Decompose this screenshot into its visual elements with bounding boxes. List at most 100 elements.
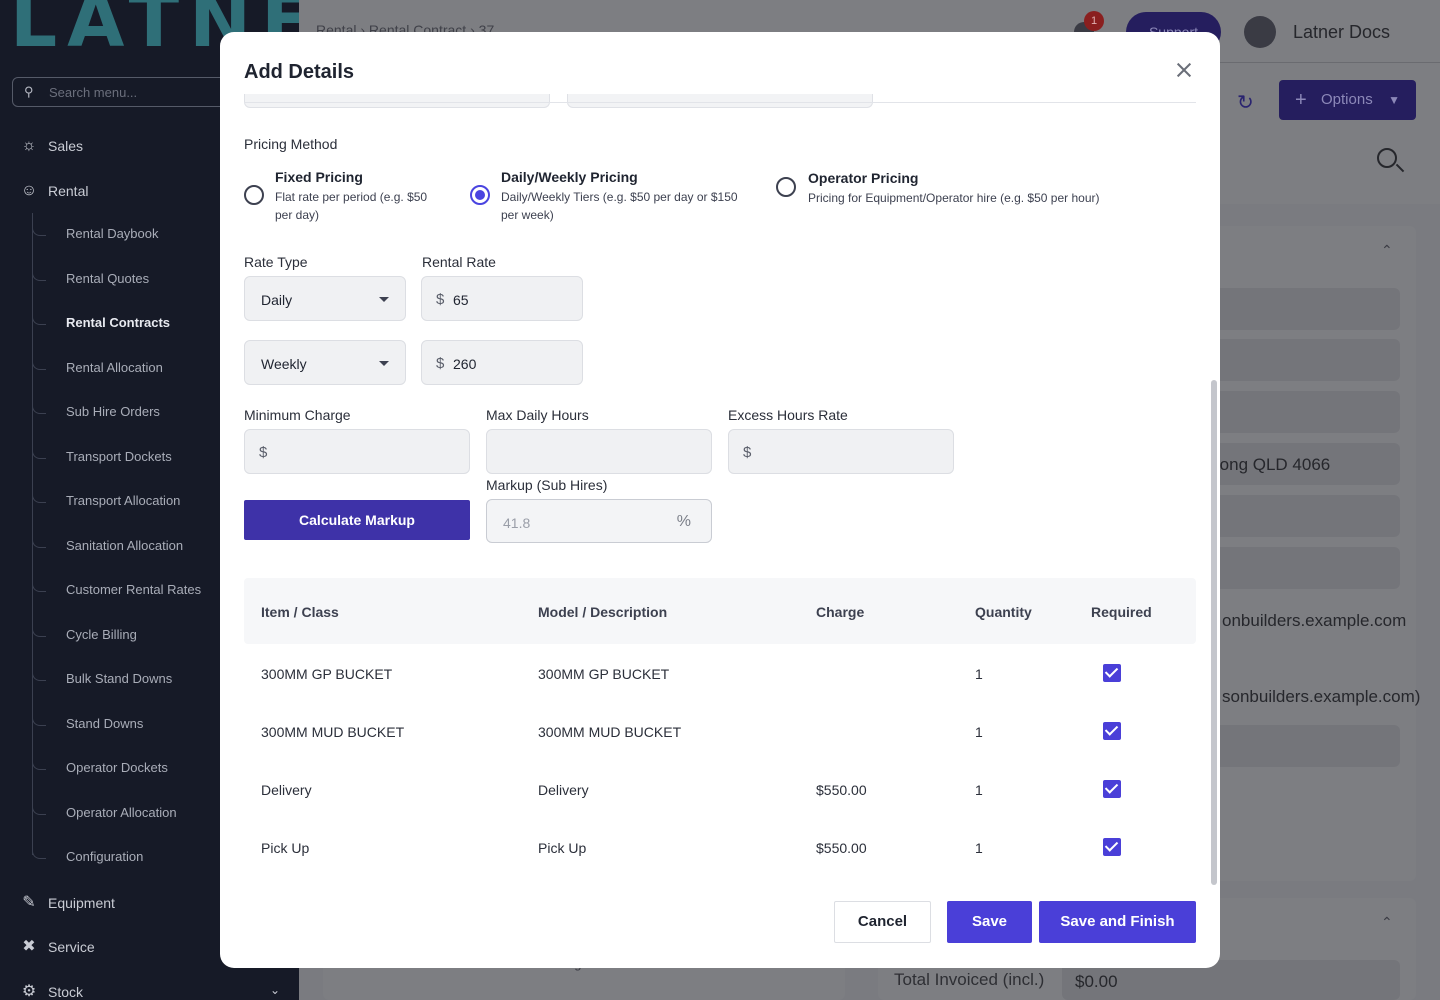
rate-type-select-daily[interactable]: Daily [244,276,406,321]
sidebar-item-stand-downs[interactable]: Stand Downs [66,716,143,731]
rate-value: 260 [453,356,477,372]
sidebar-item-rental-quotes[interactable]: Rental Quotes [66,271,149,286]
currency-prefix: $ [436,355,445,372]
sidebar-item-bulk-stand-downs[interactable]: Bulk Stand Downs [66,671,172,686]
add-details-modal: Add Details Pricing Method Fixed Pricing… [220,32,1220,968]
rental-icon: ☺ [20,182,38,199]
tree-hook [32,580,46,592]
markup-input[interactable]: 41.8 % [486,499,712,543]
table-header: Item / Class Model / Description Charge … [244,578,1196,644]
chevron-up-icon[interactable]: ⌃ [1381,914,1393,931]
sidebar-item-service[interactable]: ✖ Service [20,938,94,956]
sidebar-item-sub-hire-orders[interactable]: Sub Hire Orders [66,404,160,419]
save-button[interactable]: Save [947,901,1032,943]
required-checkbox[interactable] [1103,722,1121,740]
tree-hook [32,358,46,370]
tree-hook [32,669,46,681]
sales-icon: ☼ [21,137,37,154]
required-checkbox[interactable] [1103,838,1121,856]
sidebar-item-rental-contracts[interactable]: Rental Contracts [66,315,170,330]
markup-value: 41.8 [503,515,531,531]
cell-item-class: Delivery [261,782,312,798]
sidebar-item-operator-allocation[interactable]: Operator Allocation [66,805,177,820]
sidebar-item-sanitation-allocation[interactable]: Sanitation Allocation [66,538,183,553]
excess-hours-rate-label: Excess Hours Rate [728,407,848,423]
rental-rate-label: Rental Rate [422,254,496,270]
sidebar-item-configuration[interactable]: Configuration [66,849,143,864]
radio-daily-weekly-pricing[interactable] [470,185,490,205]
cancel-button[interactable]: Cancel [834,901,931,943]
rate-type-label: Rate Type [244,254,308,270]
avatar[interactable] [1244,16,1276,48]
currency-prefix: $ [259,444,268,461]
tree-hook [32,714,46,726]
rate-type-value: Daily [261,292,293,308]
markup-label: Markup (Sub Hires) [486,477,608,493]
modal-title: Add Details [244,61,355,83]
chevron-up-icon[interactable]: ⌃ [1381,242,1393,259]
operator-pricing-desc: Pricing for Equipment/Operator hire (e.g… [808,191,1100,205]
minimum-charge-input[interactable]: $ [244,429,470,474]
cell-quantity: 1 [975,782,983,798]
options-button[interactable]: + Options ▼ [1279,80,1416,120]
sidebar-item-operator-dockets[interactable]: Operator Dockets [66,760,168,775]
tree-hook [32,803,46,815]
sidebar-item-cycle-billing[interactable]: Cycle Billing [66,627,137,642]
tree-hook [32,536,46,548]
weekly-rate-input[interactable]: $ 260 [421,340,583,385]
modal-scrollbar[interactable] [1211,380,1217,885]
cell-quantity: 1 [975,666,983,682]
save-and-finish-button[interactable]: Save and Finish [1039,901,1196,943]
calculate-markup-button[interactable]: Calculate Markup [244,500,470,540]
rate-type-select-weekly[interactable]: Weekly [244,340,406,385]
sidebar-item-equipment[interactable]: ✎ Equipment [20,894,115,912]
bg-field [1190,725,1400,767]
tree-hook [32,313,46,325]
tree-hook [32,625,46,637]
sidebar-item-customer-rental-rates[interactable]: Customer Rental Rates [66,582,201,597]
sidebar-item-rental-daybook[interactable]: Rental Daybook [66,226,159,241]
sidebar-item-label: Equipment [48,895,115,911]
bg-email: onbuilders.example.com [1222,611,1407,630]
cell-charge: $550.00 [816,840,867,856]
max-daily-hours-input[interactable] [486,429,712,474]
tree-hook [32,224,46,236]
user-name[interactable]: Latner Docs [1293,22,1390,43]
currency-prefix: $ [743,444,752,461]
close-icon[interactable] [1172,58,1196,82]
pricing-method-label: Pricing Method [244,136,338,152]
caret-down-icon [379,361,389,366]
tree-hook [32,847,46,859]
col-required: Required [1091,604,1152,620]
clipped-field[interactable] [244,94,550,108]
tree-hook [32,269,46,281]
col-item-class: Item / Class [261,604,339,620]
sidebar-item-transport-dockets[interactable]: Transport Dockets [66,449,172,464]
cell-item-class: Pick Up [261,840,310,856]
radio-operator-pricing[interactable] [776,177,796,197]
excess-hours-rate-input[interactable]: $ [728,429,954,474]
refresh-icon[interactable]: ↻ [1237,90,1254,115]
sidebar-item-sales[interactable]: ☼ Sales [20,137,83,155]
rate-type-value: Weekly [261,356,307,372]
table-row: 300MM GP BUCKET 300MM GP BUCKET 1 [244,644,1196,702]
radio-fixed-pricing[interactable] [244,185,264,205]
cell-model-description: 300MM MUD BUCKET [538,724,682,740]
clipped-field[interactable] [567,94,873,108]
bg-address: rong QLD 4066 [1214,455,1331,474]
sidebar-item-rental-allocation[interactable]: Rental Allocation [66,360,163,375]
sidebar-item-stock[interactable]: ⚙ Stock [20,983,83,1000]
tree-hook [32,447,46,459]
search-detail-icon[interactable] [1377,148,1397,168]
sidebar-item-transport-allocation[interactable]: Transport Allocation [66,493,180,508]
operator-pricing-title: Operator Pricing [808,170,919,186]
required-checkbox[interactable] [1103,780,1121,798]
required-checkbox[interactable] [1103,664,1121,682]
daily-rate-input[interactable]: $ 65 [421,276,583,321]
sidebar-item-rental[interactable]: ☺ Rental [20,182,89,200]
total-invoiced-value: $0.00 [1075,972,1118,991]
equipment-icon: ✎ [22,894,36,911]
cell-model-description: Pick Up [538,840,587,856]
sidebar-item-label: Rental [48,183,89,199]
options-label: Options [1321,91,1373,108]
